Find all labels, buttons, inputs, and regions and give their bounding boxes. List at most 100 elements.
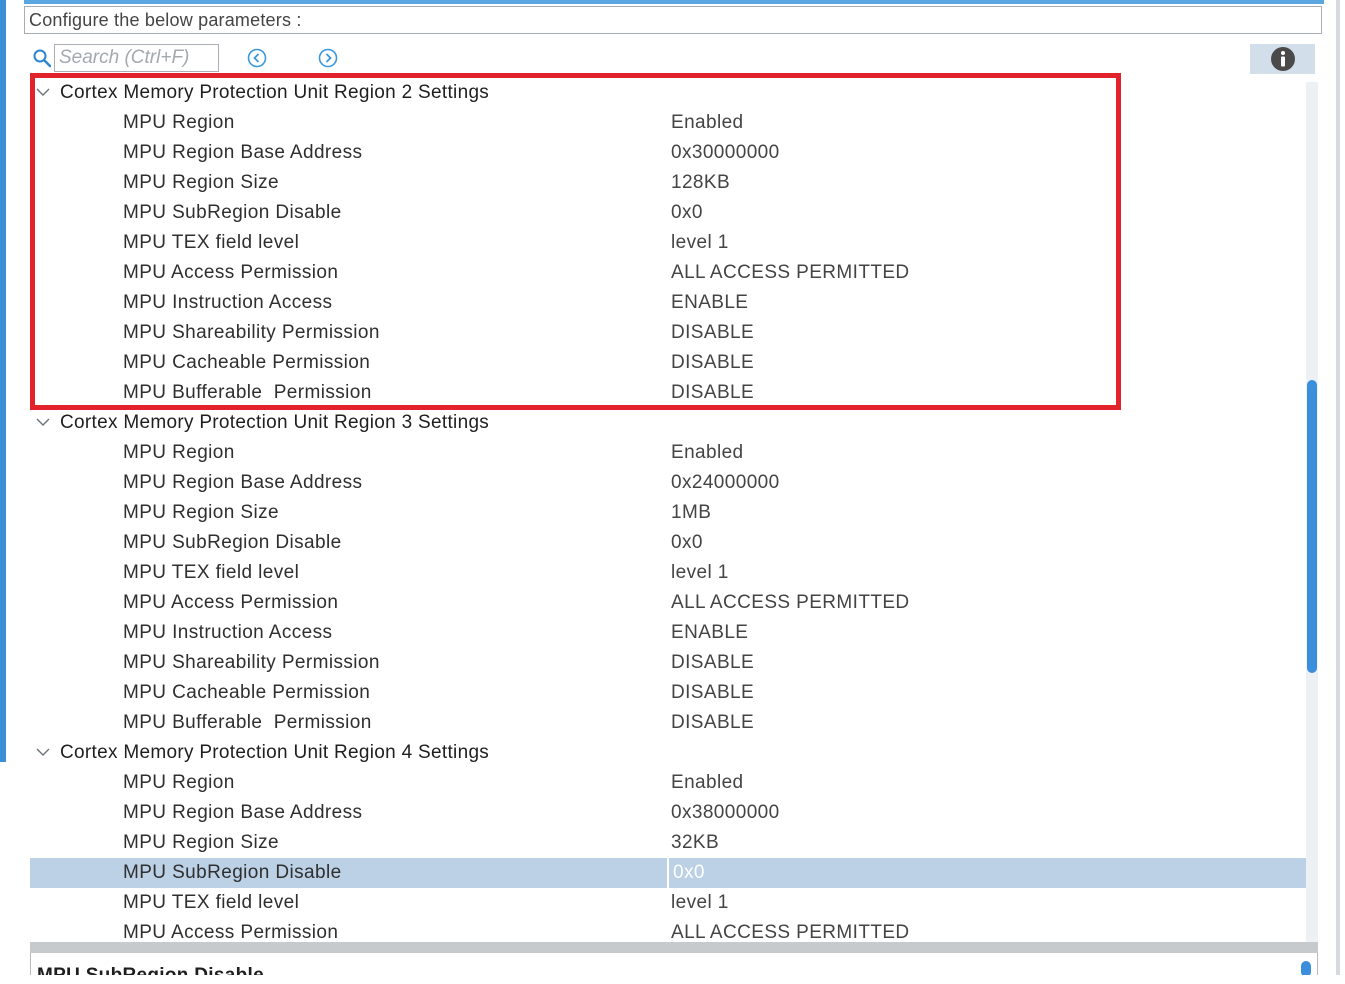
parameter-row[interactable]: MPU Instruction Access ENABLE (30, 618, 1306, 648)
parameter-name: MPU Region (123, 772, 235, 793)
top-edge-strip (24, 0, 1324, 4)
parameter-value[interactable]: DISABLE (671, 348, 754, 378)
description-panel: MPU SubRegion Disable (30, 953, 1318, 975)
group-title: Cortex Memory Protection Unit Region 3 S… (60, 412, 490, 433)
parameter-value[interactable]: Enabled (671, 108, 744, 138)
parameter-value[interactable]: ALL ACCESS PERMITTED (671, 258, 910, 288)
parameter-name: MPU Region Size (123, 172, 279, 193)
parameter-value[interactable]: 32KB (671, 828, 719, 858)
parameter-value[interactable]: 0x24000000 (671, 468, 780, 498)
parameter-value[interactable]: 0x0 (671, 198, 703, 228)
parameter-row[interactable]: MPU Region Base Address 0x24000000 (30, 468, 1306, 498)
parameter-row[interactable]: MPU SubRegion Disable 0x0 (30, 858, 1306, 888)
parameter-name: MPU Region (123, 442, 235, 463)
parameter-row[interactable]: MPU TEX field level level 1 (30, 228, 1306, 258)
parameter-value[interactable]: DISABLE (671, 678, 754, 708)
parameter-name: MPU Region Base Address (123, 472, 363, 493)
parameter-row[interactable]: MPU Region Size 128KB (30, 168, 1306, 198)
parameter-row[interactable]: MPU Cacheable Permission DISABLE (30, 348, 1306, 378)
group-title: Cortex Memory Protection Unit Region 2 S… (60, 82, 490, 103)
parameter-name: MPU Region (123, 112, 235, 133)
parameter-row[interactable]: MPU Access Permission ALL ACCESS PERMITTE… (30, 258, 1306, 288)
parameter-name: MPU SubRegion Disable (123, 862, 342, 883)
parameter-value[interactable]: ENABLE (671, 288, 748, 318)
parameter-value[interactable]: 0x30000000 (671, 138, 780, 168)
description-scrollbar-thumb[interactable] (1301, 961, 1311, 975)
parameter-name: MPU Access Permission (123, 922, 339, 942)
parameter-row[interactable]: MPU Bufferable Permission DISABLE (30, 378, 1306, 408)
previous-match-icon[interactable] (246, 47, 268, 69)
parameter-row[interactable]: MPU Cacheable Permission DISABLE (30, 678, 1306, 708)
parameter-value[interactable]: DISABLE (671, 708, 754, 738)
parameter-row[interactable]: MPU Region Size 1MB (30, 498, 1306, 528)
parameter-value[interactable]: level 1 (671, 888, 729, 918)
parameter-row[interactable]: MPU Region Size 32KB (30, 828, 1306, 858)
parameter-name: MPU Cacheable Permission (123, 352, 371, 373)
info-button[interactable] (1250, 44, 1315, 74)
next-match-icon[interactable] (317, 47, 339, 69)
parameter-value[interactable]: level 1 (671, 558, 729, 588)
parameter-name: MPU Region Base Address (123, 142, 363, 163)
parameter-value[interactable]: 0x0 (667, 858, 1306, 888)
parameter-value[interactable]: 0x38000000 (671, 798, 780, 828)
parameter-name: MPU Instruction Access (123, 292, 333, 313)
search-input[interactable] (54, 44, 219, 72)
parameter-value[interactable]: ENABLE (671, 618, 748, 648)
search-icon[interactable] (32, 48, 52, 68)
parameter-value[interactable]: 128KB (671, 168, 730, 198)
parameter-name: MPU Region Size (123, 502, 279, 523)
parameter-tree: Cortex Memory Protection Unit Region 2 S… (30, 78, 1306, 942)
parameter-row[interactable]: MPU TEX field level level 1 (30, 558, 1306, 588)
left-edge-strip (0, 0, 6, 762)
panel-splitter[interactable] (30, 942, 1318, 953)
parameter-row[interactable]: MPU SubRegion Disable 0x0 (30, 528, 1306, 558)
parameter-row[interactable]: MPU Bufferable Permission DISABLE (30, 708, 1306, 738)
parameter-row[interactable]: MPU Shareability Permission DISABLE (30, 318, 1306, 348)
group-header[interactable]: Cortex Memory Protection Unit Region 2 S… (30, 78, 1306, 108)
group-header[interactable]: Cortex Memory Protection Unit Region 4 S… (30, 738, 1306, 768)
description-title: MPU SubRegion Disable (37, 965, 264, 975)
parameter-row[interactable]: MPU Region Base Address 0x38000000 (30, 798, 1306, 828)
parameter-name: MPU SubRegion Disable (123, 202, 342, 223)
right-edge (1336, 0, 1340, 975)
parameter-value[interactable]: DISABLE (671, 648, 754, 678)
parameter-name: MPU Access Permission (123, 592, 339, 613)
info-icon (1270, 47, 1295, 71)
parameter-value[interactable]: Enabled (671, 768, 744, 798)
parameter-value[interactable]: ALL ACCESS PERMITTED (671, 588, 910, 618)
parameter-name: MPU Cacheable Permission (123, 682, 371, 703)
parameter-name: MPU Shareability Permission (123, 652, 380, 673)
parameter-name: MPU Instruction Access (123, 622, 333, 643)
parameter-row[interactable]: MPU Region Base Address 0x30000000 (30, 138, 1306, 168)
parameter-value[interactable]: ALL ACCESS PERMITTED (671, 918, 910, 942)
parameter-row[interactable]: MPU Access Permission ALL ACCESS PERMITTE… (30, 588, 1306, 618)
parameter-row[interactable]: MPU Region Enabled (30, 768, 1306, 798)
group-title: Cortex Memory Protection Unit Region 4 S… (60, 742, 490, 763)
parameter-name: MPU Shareability Permission (123, 322, 380, 343)
chevron-down-icon[interactable] (36, 417, 50, 427)
parameter-name: MPU TEX field level (123, 892, 300, 913)
parameter-value[interactable]: Enabled (671, 438, 744, 468)
parameter-name: MPU Region Size (123, 832, 279, 853)
chevron-down-icon[interactable] (36, 87, 50, 97)
parameter-row[interactable]: MPU Region Enabled (30, 108, 1306, 138)
parameter-value[interactable]: 0x0 (671, 528, 703, 558)
chevron-down-icon[interactable] (36, 747, 50, 757)
parameter-row[interactable]: MPU SubRegion Disable 0x0 (30, 198, 1306, 228)
parameter-value[interactable]: 1MB (671, 498, 711, 528)
parameter-value[interactable]: DISABLE (671, 378, 754, 408)
scrollbar-thumb[interactable] (1307, 380, 1317, 673)
parameter-value[interactable]: DISABLE (671, 318, 754, 348)
parameter-row[interactable]: MPU Shareability Permission DISABLE (30, 648, 1306, 678)
parameter-name: MPU Bufferable Permission (123, 712, 372, 733)
parameter-row[interactable]: MPU Instruction Access ENABLE (30, 288, 1306, 318)
parameter-name: MPU Region Base Address (123, 802, 363, 823)
parameter-name: MPU TEX field level (123, 562, 300, 583)
parameter-name: MPU Access Permission (123, 262, 339, 283)
parameter-value[interactable]: level 1 (671, 228, 729, 258)
group-header[interactable]: Cortex Memory Protection Unit Region 3 S… (30, 408, 1306, 438)
parameter-row[interactable]: MPU Region Enabled (30, 438, 1306, 468)
parameter-name: MPU Bufferable Permission (123, 382, 372, 403)
parameter-row[interactable]: MPU Access Permission ALL ACCESS PERMITTE… (30, 918, 1306, 942)
parameter-row[interactable]: MPU TEX field level level 1 (30, 888, 1306, 918)
